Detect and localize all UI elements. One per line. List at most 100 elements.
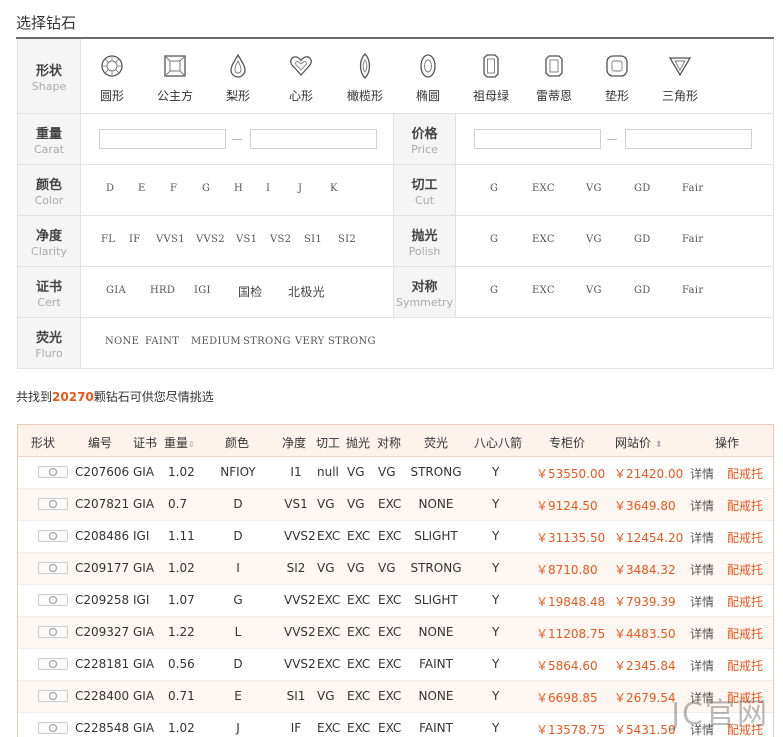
carat-max-input[interactable] <box>250 129 377 149</box>
fluro-option[interactable]: VERY STRONG <box>295 336 376 347</box>
clarity-option[interactable]: VVS1 <box>156 234 185 245</box>
table-row[interactable]: C209177 GIA 1.02 I SI2 VG VG VG STRONG Y ￥8710.80 ￥… <box>18 553 773 585</box>
col-header-symmetry: 对称 <box>377 436 402 450</box>
shape-option-oval[interactable]: 椭圆 <box>403 53 453 104</box>
cert-option[interactable]: HRD <box>150 285 175 296</box>
price-min-input[interactable] <box>474 129 601 149</box>
shape-option-princess[interactable]: 公主方 <box>150 53 200 104</box>
cut-option[interactable]: EXC <box>532 183 555 194</box>
carat-min-input[interactable] <box>99 129 226 149</box>
details-link[interactable]: 详情 <box>690 465 714 482</box>
row-symmetry: EXC <box>378 625 402 639</box>
details-link[interactable]: 详情 <box>690 593 714 610</box>
add-setting-link[interactable]: 配戒托 <box>727 657 763 674</box>
add-setting-link[interactable]: 配戒托 <box>727 497 763 514</box>
fluro-option[interactable]: FAINT <box>145 336 179 347</box>
symmetry-option[interactable]: G <box>490 285 498 296</box>
symmetry-option[interactable]: EXC <box>532 285 555 296</box>
details-link[interactable]: 详情 <box>690 529 714 546</box>
shape-option-marquise[interactable]: 橄榄形 <box>340 53 390 104</box>
polish-option[interactable]: VG <box>586 234 602 245</box>
shape-option-triangle[interactable]: 三角形 <box>655 53 705 104</box>
cert-filter-label: 证书 Cert <box>18 267 81 317</box>
polish-option[interactable]: GD <box>634 234 651 245</box>
table-row[interactable]: C209327 GIA 1.22 L VVS2 EXC EXC EXC NONE Y ￥11208.… <box>18 617 773 649</box>
polish-option[interactable]: Fair <box>682 234 703 245</box>
table-row[interactable]: C228548 GIA 1.02 J IF EXC EXC EXC FAINT Y ￥13578.7… <box>18 713 773 737</box>
fluro-option[interactable]: STRONG <box>243 336 291 347</box>
clarity-option[interactable]: VS2 <box>270 234 291 245</box>
cert-option[interactable]: 国检 <box>238 283 263 300</box>
row-cert: GIA <box>133 625 155 639</box>
row-clarity: VVS2 <box>284 529 316 543</box>
color-option[interactable]: D <box>106 183 114 194</box>
pear-diamond-icon <box>230 53 246 78</box>
cert-option[interactable]: IGI <box>194 285 211 296</box>
shape-option-pear[interactable]: 梨形 <box>213 53 263 104</box>
table-row[interactable]: C228181 GIA 0.56 D VVS2 EXC EXC EXC FAINT Y ￥5864.… <box>18 649 773 681</box>
add-setting-link[interactable]: 配戒托 <box>727 625 763 642</box>
polish-option[interactable]: G <box>490 234 498 245</box>
triangle-diamond-icon <box>668 57 692 77</box>
add-setting-link[interactable]: 配戒托 <box>727 529 763 546</box>
row-cert: GIA <box>133 657 155 671</box>
shape-option-round[interactable]: 圆形 <box>87 53 137 104</box>
clarity-option[interactable]: VS1 <box>236 234 257 245</box>
color-option[interactable]: J <box>298 183 302 194</box>
round-diamond-icon <box>38 626 68 638</box>
color-option[interactable]: I <box>266 183 270 194</box>
details-link[interactable]: 详情 <box>690 497 714 514</box>
cut-option[interactable]: VG <box>586 183 602 194</box>
cut-option[interactable]: G <box>490 183 498 194</box>
add-setting-link[interactable]: 配戒托 <box>727 593 763 610</box>
table-row[interactable]: C209258 IGI 1.07 G VVS2 EXC EXC EXC SLIGHT Y ￥1984… <box>18 585 773 617</box>
shape-filter-row: 形状 Shape 圆形 公主方 梨形 心形 橄榄形 椭圆 祖母绿 雷蒂恩 垫形 … <box>18 39 773 113</box>
cut-option[interactable]: Fair <box>682 183 703 194</box>
color-option[interactable]: E <box>138 183 146 194</box>
polish-option[interactable]: EXC <box>532 234 555 245</box>
color-cut-row: 颜色 Color D E F G H I J K 切工 Cut G EXC VG… <box>18 164 773 215</box>
col-header-shape: 形状 <box>31 436 56 450</box>
row-hearts-arrows: Y <box>492 465 500 479</box>
cert-option[interactable]: 北极光 <box>288 283 325 300</box>
cert-option[interactable]: GIA <box>106 285 126 296</box>
table-row[interactable]: C228400 GIA 0.71 E SI1 VG EXC EXC NONE Y ￥6698.85 ￥… <box>18 681 773 713</box>
clarity-option[interactable]: IF <box>129 234 141 245</box>
details-link[interactable]: 详情 <box>690 561 714 578</box>
cut-option[interactable]: GD <box>634 183 651 194</box>
color-option[interactable]: G <box>202 183 210 194</box>
shape-option-radiant[interactable]: 雷蒂恩 <box>529 53 579 104</box>
clarity-option[interactable]: SI1 <box>304 234 322 245</box>
clarity-option[interactable]: VVS2 <box>196 234 225 245</box>
color-option[interactable]: K <box>330 183 338 194</box>
clarity-option[interactable]: SI2 <box>338 234 356 245</box>
add-setting-link[interactable]: 配戒托 <box>727 465 763 482</box>
add-setting-link[interactable]: 配戒托 <box>727 561 763 578</box>
row-hearts-arrows: Y <box>492 593 500 607</box>
col-header-carat[interactable]: 重量⇕ <box>164 434 195 451</box>
price-max-input[interactable] <box>625 129 752 149</box>
col-header-action: 操作 <box>715 436 740 450</box>
clarity-option[interactable]: FL <box>101 234 115 245</box>
color-option[interactable]: H <box>234 183 243 194</box>
details-link[interactable]: 详情 <box>690 625 714 642</box>
fluro-option[interactable]: MEDIUM <box>191 336 241 347</box>
details-link[interactable]: 详情 <box>690 657 714 674</box>
symmetry-option[interactable]: Fair <box>682 285 703 296</box>
symmetry-option[interactable]: VG <box>586 285 602 296</box>
table-row[interactable]: C207821 GIA 0.7 D VS1 VG VG EXC NONE Y ￥9124.50 ￥36… <box>18 489 773 521</box>
symmetry-option[interactable]: GD <box>634 285 651 296</box>
color-option[interactable]: F <box>170 183 177 194</box>
row-symmetry: EXC <box>378 529 402 543</box>
col-header-web-price[interactable]: 网站价 ⬍ <box>615 434 662 451</box>
shape-option-cushion[interactable]: 垫形 <box>592 53 642 104</box>
row-id: C228181 <box>75 657 130 671</box>
table-row[interactable]: C208486 IGI 1.11 D VVS2 EXC EXC EXC SLIGHT Y ￥3113… <box>18 521 773 553</box>
shape-option-heart[interactable]: 心形 <box>276 53 326 104</box>
fluro-option[interactable]: NONE <box>105 336 139 347</box>
row-hearts-arrows: Y <box>492 657 500 671</box>
polish-filter-label: 抛光 Polish <box>393 216 456 266</box>
price-label-zh: 价格 <box>411 127 438 142</box>
shape-option-emerald[interactable]: 祖母绿 <box>466 53 516 104</box>
table-row[interactable]: C207606 GIA 1.02 NFIOY I1 null VG VG STRONG Y ￥535… <box>18 457 773 489</box>
